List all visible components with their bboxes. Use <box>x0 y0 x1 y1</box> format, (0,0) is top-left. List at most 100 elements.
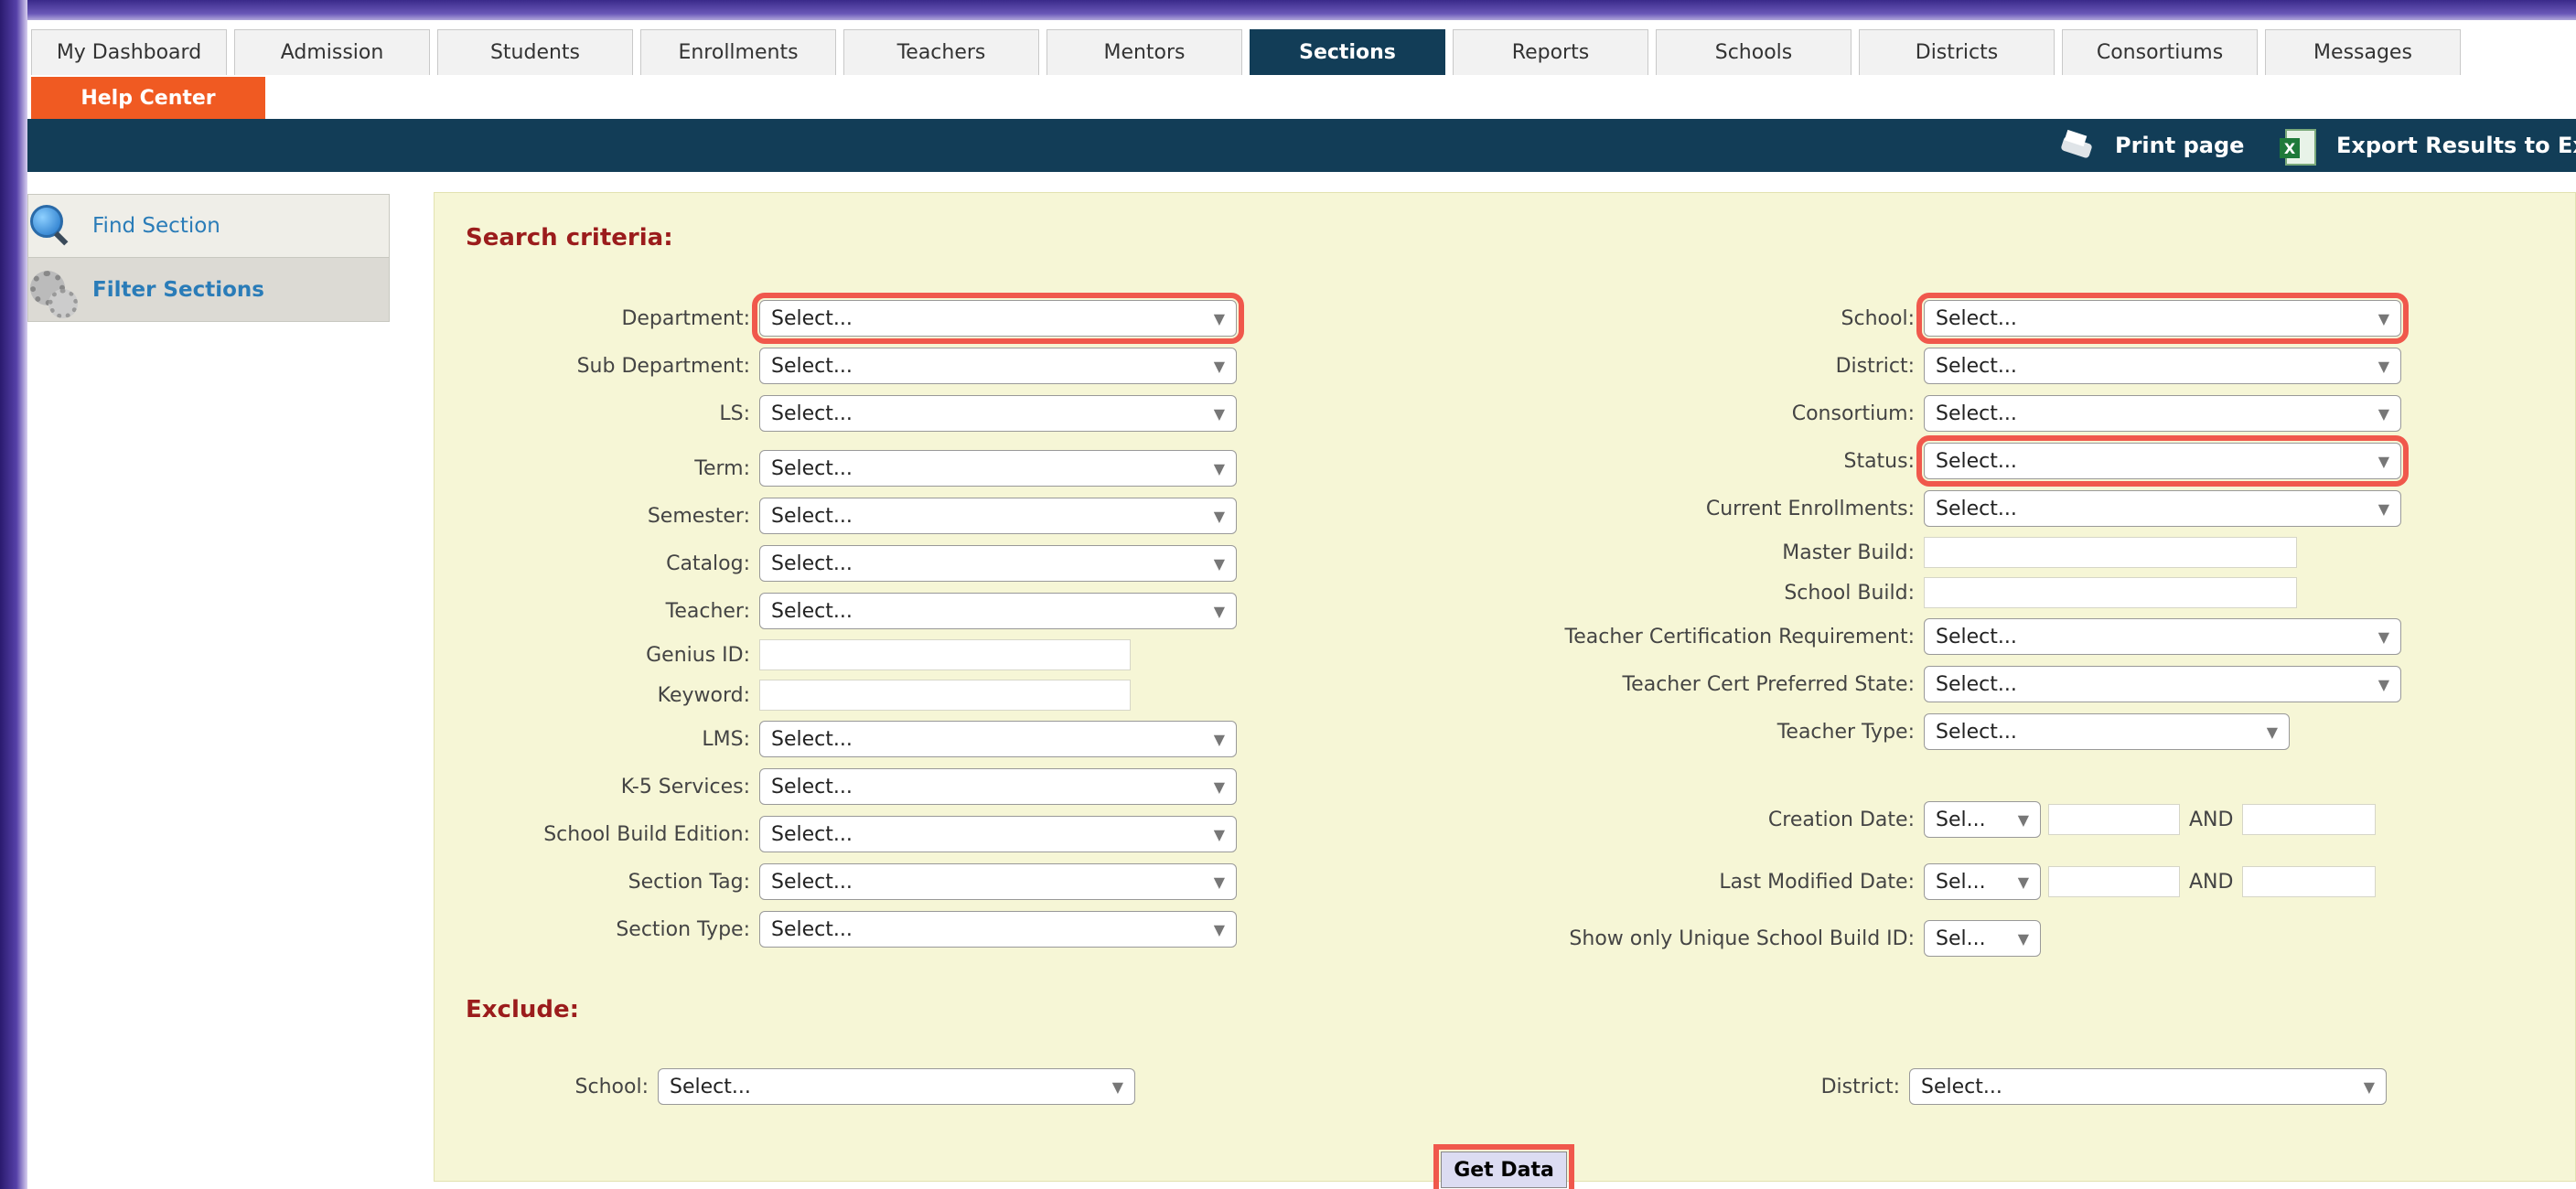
last-modified-and-label: AND <box>2189 870 2234 894</box>
tab-messages[interactable]: Messages <box>2265 29 2461 75</box>
header-action-bar: Print page Export Results to Exc <box>27 119 2576 172</box>
current-enrollments-value: Select... <box>1936 497 2017 520</box>
chevron-down-icon: ▼ <box>2377 357 2389 375</box>
last-modified-operator-value: Sel... <box>1936 870 1986 894</box>
last-modified-from-input[interactable] <box>2048 866 2180 897</box>
tab-mentors[interactable]: Mentors <box>1046 29 1242 75</box>
creation-date-and-label: AND <box>2189 808 2234 831</box>
window-frame-left <box>0 0 27 1189</box>
creation-date-operator-select[interactable]: Sel... ▼ <box>1924 801 2041 838</box>
school-build-input[interactable] <box>1924 577 2297 608</box>
teacher-type-value: Select... <box>1936 720 2017 744</box>
chevron-down-icon: ▼ <box>2017 873 2029 891</box>
teacher-type-select[interactable]: Select... ▼ <box>1924 713 2290 750</box>
chevron-down-icon: ▼ <box>2377 452 2389 470</box>
master-build-input[interactable] <box>1924 537 2297 568</box>
status-value: Select... <box>1936 449 2017 473</box>
exclude-district-select[interactable]: Select... ▼ <box>1909 1068 2387 1105</box>
school-select[interactable]: Select... ▼ <box>1916 293 2409 344</box>
sidebar: Find Section Filter Sections <box>27 194 390 322</box>
gears-icon <box>28 267 78 318</box>
tab-admission[interactable]: Admission <box>234 29 430 75</box>
school-value: Select... <box>1936 306 2017 330</box>
exclude-title: Exclude: <box>466 996 580 1023</box>
tab-schools[interactable]: Schools <box>1656 29 1852 75</box>
main-nav-tabs: My Dashboard Admission Students Enrollme… <box>27 29 2576 75</box>
district-select[interactable]: Select... ▼ <box>1924 348 2401 384</box>
k5-services-select[interactable]: Select... ▼ <box>759 768 1237 805</box>
tab-teachers[interactable]: Teachers <box>843 29 1039 75</box>
exclude-district-label: District: <box>1820 1075 1900 1098</box>
sidebar-item-filter-sections[interactable]: Filter Sections <box>27 258 390 322</box>
sidebar-item-find-section[interactable]: Find Section <box>27 194 390 258</box>
district-label: District: <box>1835 354 1915 378</box>
excel-icon <box>2280 127 2316 166</box>
unique-school-build-value: Sel... <box>1936 927 1986 950</box>
master-build-label: Master Build: <box>1782 541 1915 564</box>
last-modified-operator-select[interactable]: Sel... ▼ <box>1924 863 2041 900</box>
consortium-select[interactable]: Select... ▼ <box>1924 395 2401 432</box>
search-criteria-title: Search criteria: <box>466 224 673 252</box>
row-last-modified-date: Last Modified Date: Sel... ▼ AND <box>435 862 2377 901</box>
row-creation-date: Creation Date: Sel... ▼ AND <box>435 800 2377 839</box>
exclude-district-value: Select... <box>1921 1075 2002 1098</box>
printer-icon <box>2058 127 2095 164</box>
status-label: Status: <box>1843 449 1915 473</box>
row-current-enrollments: Current Enrollments: Select... ▼ <box>435 489 2401 528</box>
creation-date-label: Creation Date: <box>1767 808 1915 831</box>
unique-school-build-select[interactable]: Sel... ▼ <box>1924 920 2041 957</box>
row-consortium: Consortium: Select... ▼ <box>435 394 2401 433</box>
row-master-build: Master Build: <box>435 533 2297 572</box>
creation-date-operator-value: Sel... <box>1936 808 1986 831</box>
row-teacher-cert-state: Teacher Cert Preferred State: Select... … <box>435 665 2401 703</box>
teacher-certification-select[interactable]: Select... ▼ <box>1924 618 2401 655</box>
app-window: My Dashboard Admission Students Enrollme… <box>27 20 2576 1189</box>
consortium-label: Consortium: <box>1791 402 1915 425</box>
chevron-down-icon: ▼ <box>2377 675 2389 693</box>
chevron-down-icon: ▼ <box>1213 777 1225 796</box>
tab-my-dashboard[interactable]: My Dashboard <box>31 29 227 75</box>
row-status: Status: Select... ▼ <box>435 435 2409 487</box>
teacher-certification-value: Select... <box>1936 625 2017 648</box>
row-teacher-type: Teacher Type: Select... ▼ <box>435 712 2290 751</box>
magnifier-icon <box>28 203 74 249</box>
sidebar-item-label: Filter Sections <box>92 277 264 302</box>
district-value: Select... <box>1936 354 2017 378</box>
print-page-label: Print page <box>2115 133 2245 158</box>
current-enrollments-select[interactable]: Select... ▼ <box>1924 490 2401 527</box>
tab-students[interactable]: Students <box>437 29 633 75</box>
school-label: School: <box>1841 306 1915 330</box>
chevron-down-icon: ▼ <box>2377 404 2389 423</box>
export-excel-button[interactable]: Export Results to Exc <box>2280 119 2576 172</box>
chevron-down-icon: ▼ <box>2266 723 2278 741</box>
chevron-down-icon: ▼ <box>2363 1077 2375 1096</box>
teacher-type-label: Teacher Type: <box>1776 720 1915 744</box>
chevron-down-icon: ▼ <box>2377 499 2389 518</box>
current-enrollments-label: Current Enrollments: <box>1705 497 1915 520</box>
chevron-down-icon: ▼ <box>2017 810 2029 829</box>
creation-date-from-input[interactable] <box>2048 804 2180 835</box>
creation-date-to-input[interactable] <box>2242 804 2377 835</box>
k5-services-value: Select... <box>771 775 853 798</box>
unique-school-build-label: Show only Unique School Build ID: <box>1569 927 1915 950</box>
teacher-cert-state-select[interactable]: Select... ▼ <box>1924 666 2401 702</box>
search-panel: Search criteria: Department: Select... ▼… <box>434 192 2576 1189</box>
k5-services-label: K-5 Services: <box>620 775 750 798</box>
last-modified-date-label: Last Modified Date: <box>1719 870 1915 894</box>
school-build-label: School Build: <box>1784 581 1915 605</box>
tab-sections[interactable]: Sections <box>1250 29 1445 75</box>
get-data-button[interactable]: Get Data <box>1433 1144 1574 1189</box>
sidebar-item-label: Find Section <box>92 214 220 238</box>
tab-districts[interactable]: Districts <box>1859 29 2055 75</box>
last-modified-to-input[interactable] <box>2242 866 2377 897</box>
row-school: School: Select... ▼ <box>435 293 2409 344</box>
print-page-button[interactable]: Print page <box>2058 119 2244 172</box>
row-teacher-certification: Teacher Certification Requirement: Selec… <box>435 617 2401 656</box>
tab-consortiums[interactable]: Consortiums <box>2062 29 2258 75</box>
tab-reports[interactable]: Reports <box>1453 29 1648 75</box>
tab-help-center[interactable]: Help Center <box>31 77 265 119</box>
status-select[interactable]: Select... ▼ <box>1916 435 2409 487</box>
tab-enrollments[interactable]: Enrollments <box>640 29 836 75</box>
chevron-down-icon: ▼ <box>2377 309 2389 327</box>
export-excel-label: Export Results to Exc <box>2336 133 2576 158</box>
